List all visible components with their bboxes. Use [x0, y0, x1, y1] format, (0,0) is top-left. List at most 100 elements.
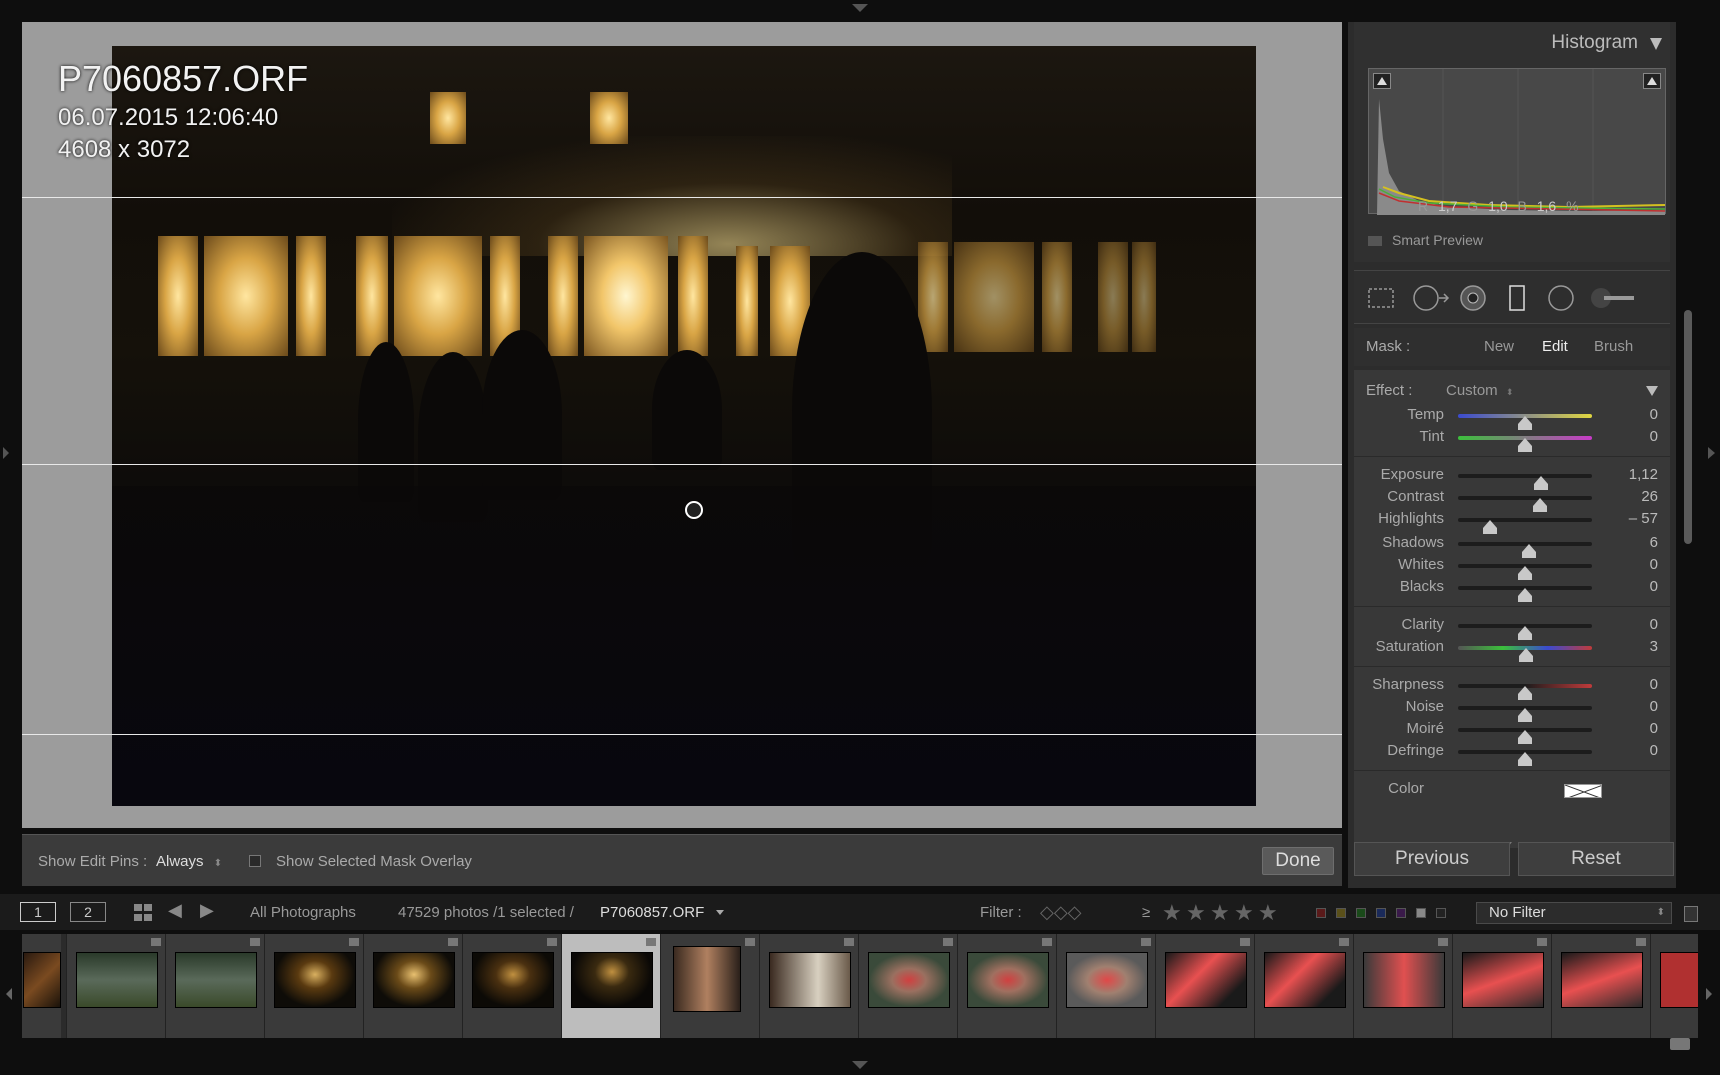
whites-value[interactable]: 0	[1650, 556, 1658, 573]
color-row[interactable]: Color	[1354, 778, 1670, 800]
purple-label-filter[interactable]	[1396, 908, 1406, 918]
blacks-slider-track[interactable]	[1458, 586, 1592, 602]
filmstrip-thumbnail[interactable]	[22, 934, 61, 1038]
yellow-label-filter[interactable]	[1336, 908, 1346, 918]
saturation-slider-track[interactable]	[1458, 646, 1592, 662]
exposure-value[interactable]: 1,12	[1629, 466, 1658, 483]
moire-slider-row[interactable]: Moiré 0	[1354, 718, 1670, 744]
shadows-value[interactable]: 6	[1650, 534, 1658, 551]
defringe-slider-row[interactable]: Defringe 0	[1354, 740, 1670, 766]
noise-value[interactable]: 0	[1650, 698, 1658, 715]
red-eye-icon[interactable]	[1458, 283, 1488, 313]
star-icon[interactable]: ★	[1210, 900, 1230, 926]
temp-slider-track[interactable]	[1458, 414, 1592, 430]
clarity-value[interactable]: 0	[1650, 616, 1658, 633]
filter-lock-icon[interactable]	[1684, 906, 1698, 922]
current-filename[interactable]: P7060857.ORF	[600, 904, 704, 921]
blacks-slider-thumb[interactable]	[1518, 588, 1532, 602]
saturation-slider-row[interactable]: Saturation 3	[1354, 636, 1670, 662]
blacks-slider-row[interactable]: Blacks 0	[1354, 576, 1670, 602]
tint-value[interactable]: 0	[1650, 428, 1658, 445]
adjustment-brush-icon[interactable]	[1588, 283, 1638, 313]
sharpness-value[interactable]: 0	[1650, 676, 1658, 693]
filmstrip-thumbnail[interactable]	[1155, 934, 1254, 1038]
mask-edit-button[interactable]: Edit	[1542, 338, 1568, 355]
tint-slider-row[interactable]: Tint 0	[1354, 426, 1670, 452]
no-label-filter[interactable]	[1436, 908, 1446, 918]
exposure-slider-track[interactable]	[1458, 474, 1592, 490]
filmstrip-thumbnail[interactable]	[165, 934, 264, 1038]
graduated-filter-bottom-line[interactable]	[22, 734, 1342, 735]
defringe-value[interactable]: 0	[1650, 742, 1658, 759]
mask-overlay-checkbox[interactable]	[249, 855, 261, 867]
sharpness-slider-track[interactable]	[1458, 684, 1592, 700]
right-panel-toggle-icon[interactable]	[1708, 447, 1715, 459]
filmstrip-scroll-left-icon[interactable]	[6, 988, 12, 1000]
graduated-filter-center-line[interactable]	[22, 464, 1342, 465]
forward-arrow-icon[interactable]: ▶	[200, 900, 214, 921]
shadows-slider-track[interactable]	[1458, 542, 1592, 558]
star-icon[interactable]: ★	[1258, 900, 1278, 926]
done-button[interactable]: Done	[1262, 847, 1334, 875]
filmstrip-thumbnail[interactable]	[660, 934, 759, 1038]
sharpness-slider-row[interactable]: Sharpness 0	[1354, 674, 1670, 700]
moire-slider-track[interactable]	[1458, 728, 1592, 744]
mask-new-button[interactable]: New	[1484, 338, 1514, 355]
graduated-filter-top-line[interactable]	[22, 197, 1342, 198]
red-label-filter[interactable]	[1316, 908, 1326, 918]
smart-preview-label[interactable]: Smart Preview	[1392, 232, 1483, 248]
collapse-triangle-icon[interactable]	[1646, 386, 1658, 396]
collapse-triangle-icon[interactable]	[1650, 38, 1662, 50]
filmstrip-thumbnail[interactable]	[1353, 934, 1452, 1038]
flag-filter-icon[interactable]: ◇◇◇	[1040, 902, 1082, 923]
blue-label-filter[interactable]	[1376, 908, 1386, 918]
mask-overlay-label[interactable]: Show Selected Mask Overlay	[276, 853, 472, 870]
exposure-slider-row[interactable]: Exposure 1,12	[1354, 464, 1670, 490]
star-icon[interactable]: ★	[1162, 900, 1182, 926]
filmstrip-thumbnail[interactable]	[957, 934, 1056, 1038]
saturation-slider-thumb[interactable]	[1519, 648, 1534, 662]
filmstrip-thumbnail[interactable]	[462, 934, 561, 1038]
filmstrip-thumbnail-selected[interactable]	[561, 934, 660, 1038]
filmstrip-thumbnail[interactable]	[1650, 934, 1698, 1038]
green-label-filter[interactable]	[1356, 908, 1366, 918]
histogram-title[interactable]: Histogram	[1551, 32, 1638, 54]
blacks-value[interactable]: 0	[1650, 578, 1658, 595]
top-panel-toggle-icon[interactable]	[852, 4, 868, 12]
saturation-value[interactable]: 3	[1650, 638, 1658, 655]
shadows-slider-row[interactable]: Shadows 6	[1354, 532, 1670, 558]
contrast-slider-track[interactable]	[1458, 496, 1592, 512]
crop-overlay-icon[interactable]	[1366, 283, 1396, 313]
right-panel-scrollbar[interactable]	[1684, 310, 1692, 544]
filmstrip-thumbnail[interactable]	[1551, 934, 1650, 1038]
filmstrip-thumbnail[interactable]	[363, 934, 462, 1038]
custom-label-filter[interactable]	[1416, 908, 1426, 918]
filmstrip-thumbnail[interactable]	[1056, 934, 1155, 1038]
radial-filter-icon[interactable]	[1546, 283, 1576, 313]
reset-button[interactable]: Reset	[1518, 842, 1674, 876]
noise-slider-row[interactable]: Noise 0	[1354, 696, 1670, 722]
mask-edit-pin[interactable]	[685, 501, 703, 519]
filmstrip-thumbnail[interactable]	[858, 934, 957, 1038]
contrast-value[interactable]: 26	[1641, 488, 1658, 505]
filmstrip-scroll-right-icon[interactable]	[1706, 988, 1712, 1000]
edit-pins-select[interactable]: Always ⬍	[156, 853, 222, 870]
clarity-slider-track[interactable]	[1458, 624, 1592, 640]
effect-select[interactable]: Custom ⬍	[1446, 382, 1513, 399]
noise-slider-track[interactable]	[1458, 706, 1592, 722]
temp-value[interactable]: 0	[1650, 406, 1658, 423]
left-panel-toggle-icon[interactable]	[3, 447, 9, 459]
temp-slider-row[interactable]: Temp 0	[1354, 404, 1670, 430]
mask-brush-button[interactable]: Brush	[1594, 338, 1633, 355]
image-canvas[interactable]: P7060857.ORF 06.07.2015 12:06:40 4608 x …	[22, 22, 1342, 828]
moire-value[interactable]: 0	[1650, 720, 1658, 737]
star-icon[interactable]: ★	[1186, 900, 1206, 926]
filter-preset-select[interactable]: No Filter ⬍	[1476, 902, 1672, 924]
filmstrip-thumbnail[interactable]	[264, 934, 363, 1038]
secondary-screen-button[interactable]: 2	[70, 902, 106, 922]
grid-view-icon[interactable]	[134, 904, 154, 922]
highlights-value[interactable]: – 57	[1629, 510, 1658, 527]
highlights-slider-row[interactable]: Highlights – 57	[1354, 508, 1670, 534]
filmstrip-thumbnail[interactable]	[1254, 934, 1353, 1038]
main-screen-button[interactable]: 1	[20, 902, 56, 922]
